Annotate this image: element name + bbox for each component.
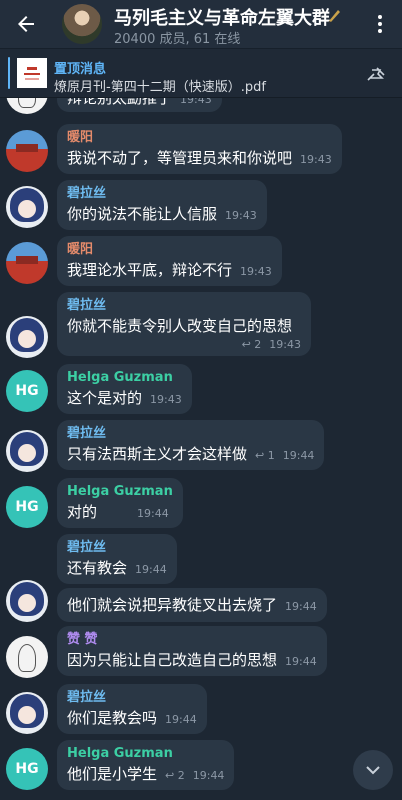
message-text: 我理论水平底，辩论不行 — [67, 261, 233, 279]
message-text: 你的说法不能让人信服 — [67, 205, 218, 223]
message-bubble[interactable]: 碧拉丝 你们是教会吗 19:44 — [57, 684, 207, 734]
unpin-icon[interactable] — [364, 62, 388, 86]
message-time: 19:44 — [285, 600, 317, 613]
member-count: 20400 成员, 61 在线 — [114, 32, 241, 47]
sender-name[interactable]: 碧拉丝 — [67, 426, 314, 442]
reply-count[interactable]: ↩ 2 — [165, 769, 185, 782]
message-time: 19:44 — [192, 769, 225, 782]
message-bubble[interactable]: Helga Guzman 这个是对的 19:43 — [57, 364, 192, 414]
message-bubble[interactable]: 碧拉丝 还有教会 19:44 — [57, 534, 177, 584]
message-time: 19:44 — [282, 449, 315, 462]
pen-icon — [328, 10, 340, 23]
message-text: 你就不能责令别人改变自己的思想 — [67, 317, 293, 335]
sender-name[interactable]: 暖阳 — [67, 242, 272, 258]
avatar[interactable] — [6, 316, 48, 358]
message-text: 还有教会 — [67, 559, 128, 577]
chat-header: 马列毛主义与革命左翼大群 20400 成员, 61 在线 — [0, 0, 402, 48]
pinned-text: 燎原月刊-第四十二期（快速版）.pdf — [54, 80, 266, 95]
message-time: 19:44 — [137, 507, 169, 520]
sender-name[interactable]: Helga Guzman — [67, 370, 182, 386]
sender-name[interactable]: 碧拉丝 — [67, 186, 257, 202]
group-title[interactable]: 马列毛主义与革命左翼大群 — [114, 4, 330, 30]
avatar[interactable]: HG — [6, 370, 48, 412]
message-bubble[interactable]: 他们就会说把异教徒叉出去烧了 19:44 — [57, 588, 327, 622]
message-time: 19:43 — [300, 153, 332, 166]
message-time: 19:43 — [225, 209, 257, 222]
message-text: 他们是小学生 — [67, 765, 158, 783]
message-time: 19:44 — [285, 655, 317, 668]
reply-count[interactable]: ↩ 2 — [242, 338, 262, 351]
message-time: 19:43 — [240, 265, 272, 278]
message-text: 你们是教会吗 — [67, 709, 158, 727]
more-options-icon[interactable] — [368, 12, 392, 36]
sender-name[interactable]: Helga Guzman — [67, 746, 224, 762]
chevron-down-icon — [366, 766, 380, 775]
pinned-message-bar[interactable]: 置顶消息 燎原月刊-第四十二期（快速版）.pdf — [0, 48, 402, 98]
message-time: 19:44 — [135, 563, 167, 576]
scroll-down-button[interactable] — [353, 750, 393, 790]
avatar[interactable]: HG — [6, 486, 48, 528]
sender-name[interactable]: 碧拉丝 — [67, 690, 197, 706]
pinned-indicator — [8, 57, 10, 89]
avatar[interactable] — [6, 692, 48, 734]
message-text: 只有法西斯主义才会这样做 — [67, 445, 248, 463]
group-avatar[interactable] — [62, 4, 102, 44]
message-bubble[interactable]: 暖阳 我理论水平底，辩论不行 19:43 — [57, 236, 282, 286]
sender-name[interactable]: Helga Guzman — [67, 484, 173, 500]
message-text: 这个是对的 — [67, 389, 143, 407]
message-bubble[interactable]: Helga Guzman 对的 19:44 — [57, 478, 183, 528]
pinned-label: 置顶消息 — [54, 62, 107, 77]
message-time: 19:43 — [269, 338, 301, 351]
avatar[interactable] — [6, 430, 48, 472]
avatar[interactable] — [6, 186, 48, 228]
reply-count[interactable]: ↩ 1 — [255, 449, 275, 462]
message-text: 我说不动了，等管理员来和你说吧 — [67, 149, 293, 167]
message-time: 19:44 — [165, 713, 197, 726]
sender-name[interactable]: 碧拉丝 — [67, 540, 167, 556]
message-bubble[interactable]: 碧拉丝 你的说法不能让人信服 19:43 — [57, 180, 267, 230]
message-text: 他们就会说把异教徒叉出去烧了 — [67, 596, 278, 614]
message-text: 因为只能让自己改造自己的思想 — [67, 651, 278, 669]
message-text: 对的 — [67, 503, 98, 521]
sender-name[interactable]: 碧拉丝 — [67, 298, 301, 314]
pdf-thumbnail — [17, 58, 47, 88]
back-arrow-icon[interactable] — [14, 12, 38, 36]
avatar[interactable] — [6, 580, 48, 622]
sender-name[interactable]: 赞 赞 — [67, 632, 317, 648]
sender-name[interactable]: 暖阳 — [67, 130, 332, 146]
message-time: 19:43 — [150, 393, 182, 406]
avatar[interactable]: HG — [6, 748, 48, 790]
avatar[interactable] — [6, 636, 48, 678]
avatar[interactable] — [6, 242, 48, 284]
message-bubble[interactable]: 碧拉丝 只有法西斯主义才会这样做 ↩ 1 19:44 — [57, 420, 325, 470]
message-bubble[interactable]: 碧拉丝 你就不能责令别人改变自己的思想 ↩ 2 19:43 — [57, 292, 311, 356]
message-bubble[interactable]: Helga Guzman 他们是小学生 ↩ 2 19:44 — [57, 740, 235, 790]
avatar[interactable] — [6, 130, 48, 172]
message-bubble[interactable]: 暖阳 我说不动了，等管理员来和你说吧 19:43 — [57, 124, 342, 174]
message-bubble[interactable]: 赞 赞 因为只能让自己改造自己的思想 19:44 — [57, 626, 327, 676]
